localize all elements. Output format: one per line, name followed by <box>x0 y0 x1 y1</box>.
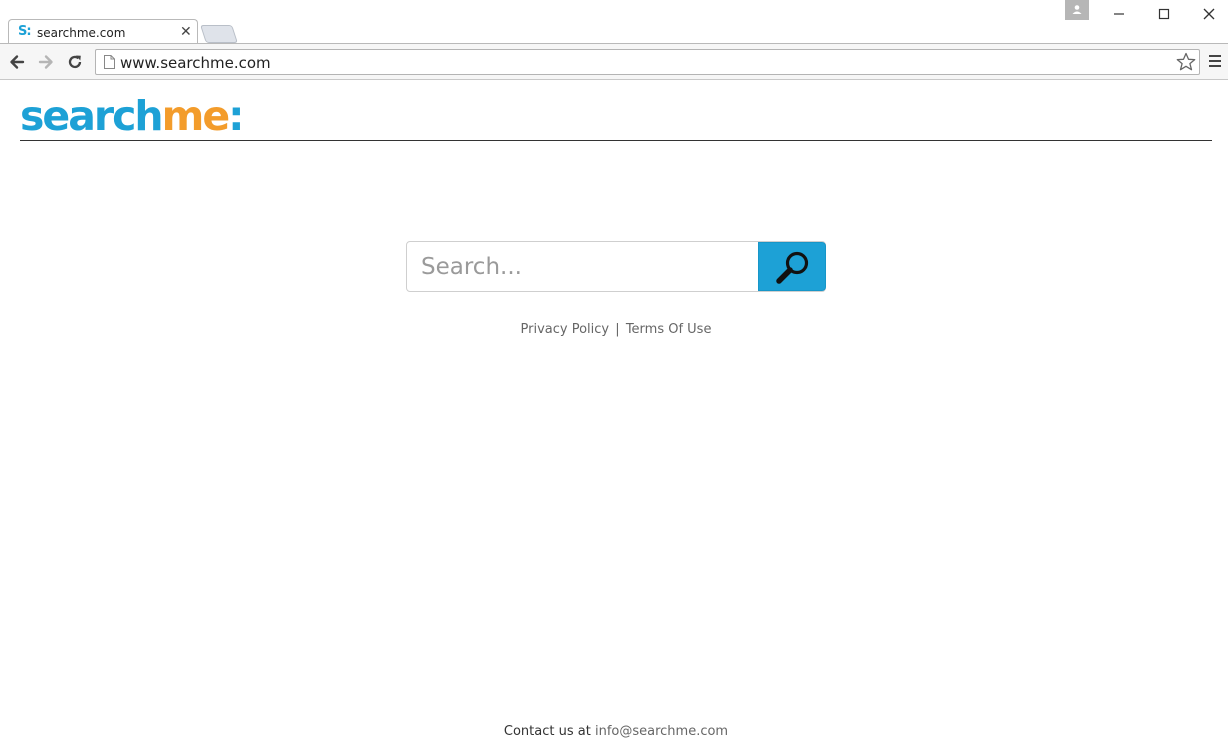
close-icon <box>1203 8 1215 20</box>
reload-button[interactable] <box>65 52 85 72</box>
back-button[interactable] <box>7 52 27 72</box>
search-button[interactable] <box>758 242 826 291</box>
link-separator: | <box>615 322 620 337</box>
url-text: www.searchme.com <box>120 54 271 72</box>
profile-icon <box>1072 5 1082 14</box>
logo-text-search: search <box>20 92 164 140</box>
contact-text: Contact us at <box>503 724 591 739</box>
searchme-logo[interactable]: searchme: <box>20 92 245 140</box>
search-form <box>406 241 826 292</box>
tab-favicon-icon: S: <box>18 24 32 39</box>
browser-toolbar: www.searchme.com <box>0 43 1228 80</box>
page-icon <box>104 55 115 69</box>
minimize-button[interactable] <box>1097 0 1141 28</box>
terms-of-use-link[interactable]: Terms Of Use <box>626 322 712 337</box>
contact-email-link[interactable]: info@searchme.com <box>595 724 728 739</box>
search-input[interactable] <box>408 243 756 290</box>
browser-tab[interactable]: S: searchme.com ✕ <box>8 19 198 44</box>
logo-text-me: me <box>161 92 231 140</box>
profile-button[interactable] <box>1065 0 1089 20</box>
forward-arrow-icon <box>38 55 53 69</box>
address-bar[interactable]: www.searchme.com <box>95 49 1200 75</box>
tab-title: searchme.com <box>37 26 126 40</box>
reload-icon <box>68 55 82 69</box>
browser-titlebar: S: searchme.com ✕ <box>0 0 1228 44</box>
minimize-icon <box>1114 13 1124 15</box>
header-divider <box>20 140 1212 141</box>
footer: Contact us at info@searchme.com <box>0 724 1228 739</box>
privacy-policy-link[interactable]: Privacy Policy <box>521 322 610 337</box>
star-icon[interactable] <box>1176 52 1196 72</box>
menu-icon[interactable] <box>1208 54 1222 68</box>
maximize-button[interactable] <box>1142 0 1186 28</box>
back-arrow-icon <box>10 55 25 69</box>
window-close-button[interactable] <box>1187 0 1228 28</box>
legal-links: Privacy Policy | Terms Of Use <box>0 322 1228 337</box>
logo-text-colon: : <box>228 92 244 140</box>
tab-close-icon[interactable]: ✕ <box>180 24 192 38</box>
magnifier-icon <box>776 251 809 284</box>
forward-button[interactable] <box>36 52 56 72</box>
new-tab-button[interactable] <box>200 25 238 43</box>
maximize-icon <box>1158 8 1170 20</box>
